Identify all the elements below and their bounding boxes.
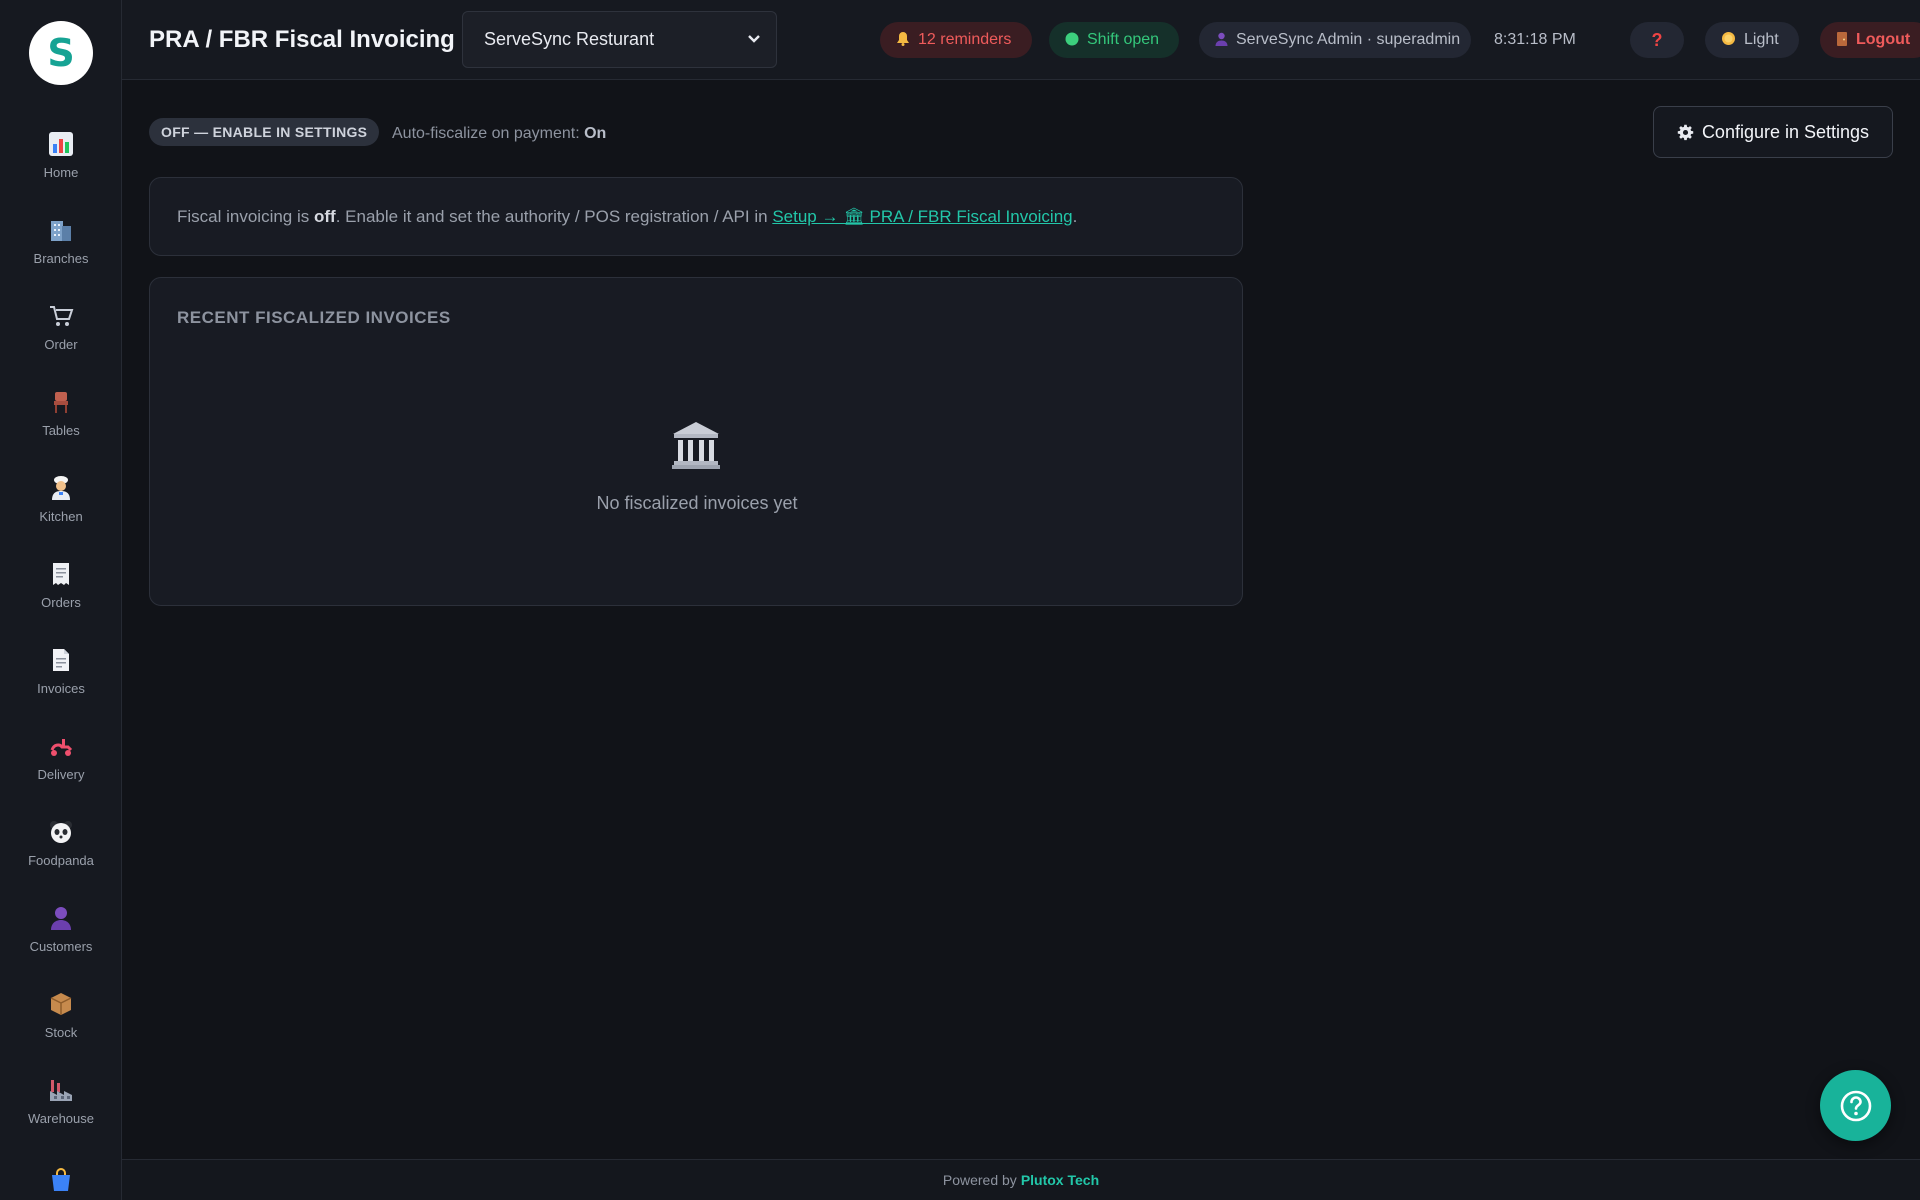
notice-middle: . Enable it and set the authority / POS …: [335, 207, 768, 226]
reminders-button[interactable]: 12 reminders: [880, 22, 1032, 58]
user-label: ServeSync Admin · superadmin: [1236, 31, 1461, 48]
factory-icon: [47, 1076, 75, 1104]
status-badge: OFF — ENABLE IN SETTINGS: [149, 118, 380, 146]
bell-icon: [896, 31, 910, 49]
app-logo[interactable]: S: [29, 21, 93, 85]
page-title: PRA / FBR Fiscal Invoicing: [149, 26, 455, 53]
shopping-bag-icon: [47, 1166, 75, 1194]
sidebar-item-label: Home: [43, 165, 79, 180]
door-icon: [1836, 31, 1848, 50]
help-button[interactable]: ?: [1630, 22, 1684, 58]
sidebar-item-label: Stock: [44, 1025, 78, 1040]
sidebar-item-label: Invoices: [37, 681, 85, 696]
logout-button[interactable]: Logout: [1820, 22, 1920, 58]
chart-icon: [47, 130, 75, 158]
sidebar-item-label: Orders: [41, 595, 81, 610]
empty-state-text: No fiscalized invoices yet: [596, 493, 798, 513]
autofiscalize-label: Auto-fiscalize on payment:: [392, 125, 580, 142]
footer-brand-link[interactable]: Plutox Tech: [1021, 1172, 1099, 1188]
theme-toggle-button[interactable]: Light: [1705, 22, 1799, 58]
notice-state: off: [314, 207, 336, 226]
status-dot-icon: [1065, 32, 1079, 49]
panda-icon: [47, 818, 75, 846]
configure-in-settings-button[interactable]: Configure in Settings: [1653, 106, 1893, 158]
question-mark-icon: ?: [1651, 29, 1663, 50]
sidebar-item-tables[interactable]: Tables: [0, 388, 121, 468]
sidebar-item-more[interactable]: [0, 1166, 121, 1200]
setup-link[interactable]: Setup → 🏛 PRA / FBR Fiscal Invoicing: [772, 207, 1072, 226]
branch-select-value: ServeSync Resturant: [484, 29, 655, 49]
bank-icon: [670, 419, 722, 471]
notice-suffix: .: [1072, 207, 1078, 226]
sidebar-item-home[interactable]: Home: [0, 130, 121, 210]
chef-icon: [47, 474, 75, 502]
autofiscalize-value: On: [584, 125, 607, 142]
shift-label: Shift open: [1087, 31, 1160, 48]
sidebar-item-label: Customers: [29, 939, 93, 954]
reminders-label: 12 reminders: [918, 31, 1012, 48]
sidebar-item-label: Kitchen: [39, 509, 83, 524]
sidebar-item-customers[interactable]: Customers: [0, 904, 121, 984]
sidebar-item-label: Foodpanda: [28, 853, 94, 868]
sidebar-item-delivery[interactable]: Delivery: [0, 732, 121, 812]
autofiscalize-status: Auto-fiscalize on payment: On: [392, 125, 606, 143]
help-circle-icon: [1840, 1090, 1871, 1121]
sidebar-item-invoices[interactable]: Invoices: [0, 646, 121, 726]
theme-label: Light: [1744, 31, 1779, 48]
recent-invoices-panel: RECENT FISCALIZED INVOICES No fiscalized…: [149, 277, 1243, 606]
notice-text: Fiscal invoicing is off. Enable it and s…: [177, 207, 1077, 227]
notice-prefix: Fiscal invoicing is: [177, 207, 310, 226]
fiscal-status-notice: Fiscal invoicing is off. Enable it and s…: [149, 177, 1243, 256]
sidebar-item-branches[interactable]: Branches: [0, 216, 121, 296]
footer-powered-by: Powered by: [942, 1172, 1017, 1188]
shift-status-button[interactable]: Shift open: [1049, 22, 1179, 58]
branch-select[interactable]: ServeSync Resturant: [462, 11, 777, 68]
sidebar-item-label: Warehouse: [28, 1111, 94, 1126]
document-icon: [47, 646, 75, 674]
configure-label: Configure in Settings: [1701, 121, 1870, 142]
gear-icon: [1677, 124, 1694, 141]
floating-help-button[interactable]: [1820, 1070, 1891, 1141]
cart-icon: [47, 302, 75, 330]
sidebar-item-label: Branches: [33, 251, 89, 266]
sidebar-item-warehouse[interactable]: Warehouse: [0, 1076, 121, 1156]
person-icon: [1215, 32, 1228, 49]
user-menu-button[interactable]: ServeSync Admin · superadmin: [1199, 22, 1471, 58]
receipt-icon: [47, 560, 75, 588]
sidebar-item-label: Delivery: [37, 767, 85, 782]
sidebar-item-stock[interactable]: Stock: [0, 990, 121, 1070]
clock: 8:31:18 PM: [1494, 31, 1576, 48]
building-icon: [47, 216, 75, 244]
footer: Powered by Plutox Tech: [122, 1159, 1920, 1200]
sun-icon: [1721, 31, 1736, 49]
sidebar-item-foodpanda[interactable]: Foodpanda: [0, 818, 121, 898]
scooter-icon: [47, 732, 75, 760]
sidebar-item-order[interactable]: Order: [0, 302, 121, 382]
panel-heading: RECENT FISCALIZED INVOICES: [177, 308, 451, 327]
person-icon: [47, 904, 75, 932]
chair-icon: [47, 388, 75, 416]
sidebar-item-label: Order: [44, 337, 78, 352]
chevron-down-icon: [748, 35, 760, 43]
package-icon: [47, 990, 75, 1018]
logout-label: Logout: [1856, 31, 1911, 48]
sidebar-item-kitchen[interactable]: Kitchen: [0, 474, 121, 554]
logo-letter: S: [47, 31, 75, 75]
top-bar: PRA / FBR Fiscal Invoicing ServeSync Res…: [122, 0, 1920, 80]
sidebar: S Home Branches Order Tables Kitchen Ord…: [0, 0, 122, 1200]
sidebar-item-label: Tables: [42, 423, 80, 438]
sidebar-item-orders[interactable]: Orders: [0, 560, 121, 640]
